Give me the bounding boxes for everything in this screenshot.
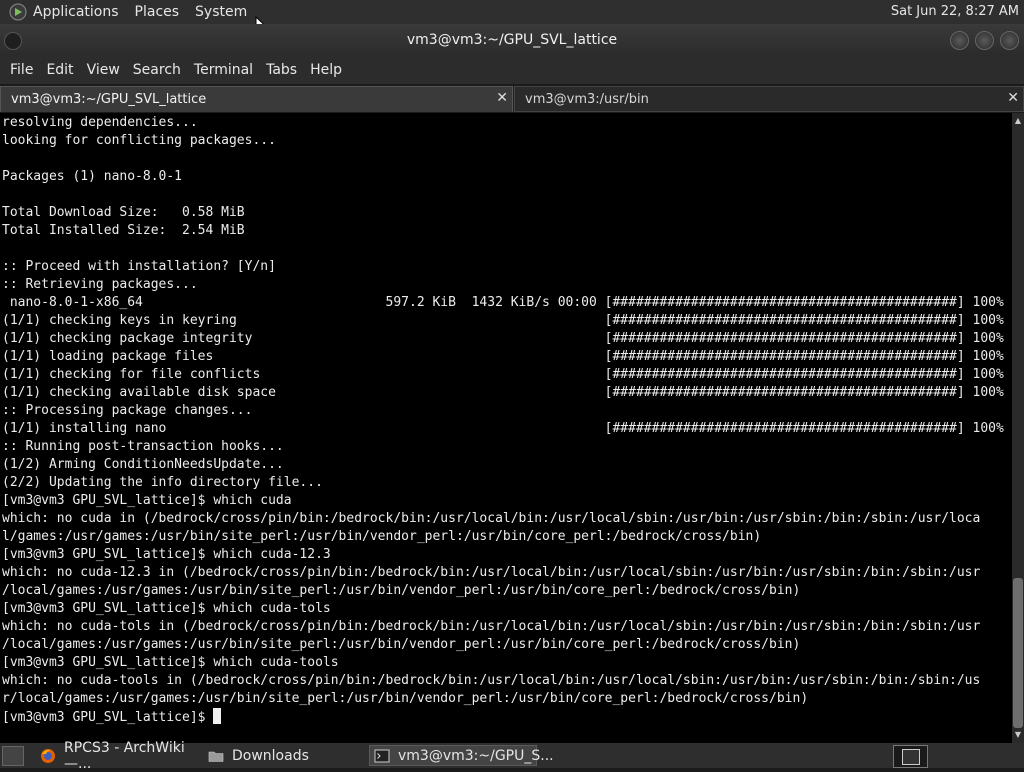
places-menu[interactable]: Places [135,4,180,20]
bottom-taskbar: RPCS3 - ArchWiki —... Downloads vm3@vm3:… [0,740,1024,772]
applications-menu-icon[interactable] [9,3,27,21]
menu-search[interactable]: Search [133,62,181,78]
menu-help[interactable]: Help [310,62,342,78]
terminal-line: l/games:/usr/games:/usr/bin/site_perl:/u… [2,529,762,544]
terminal-line: (1/1) checking keys in keyring [########… [2,313,1004,328]
firefox-icon [40,748,56,764]
taskbar-item-label: vm3@vm3:~/GPU_S... [398,747,554,764]
terminal-line: r/local/games:/usr/games:/usr/bin/site_p… [2,691,809,706]
terminal-line: which: no cuda-12.3 in (/bedrock/cross/p… [2,565,981,580]
terminal-line: (1/1) checking package integrity [######… [2,331,1004,346]
menu-view[interactable]: View [87,62,120,78]
taskbar-item-label: RPCS3 - ArchWiki —... [64,739,185,772]
terminal-line: [vm3@vm3 GPU_SVL_lattice]$ which cuda-to… [2,601,331,616]
terminal-line: (1/1) installing nano [#################… [2,421,1004,436]
terminal-line: :: Retrieving packages... [2,277,198,292]
terminal-line: [vm3@vm3 GPU_SVL_lattice]$ which cuda [2,493,292,508]
terminal-line: looking for conflicting packages... [2,133,276,148]
terminal-line: which: no cuda-tols in (/bedrock/cross/p… [2,619,981,634]
terminal-line: Total Installed Size: 2.54 MiB [2,223,245,238]
folder-icon [208,748,224,764]
terminal-line: (1/2) Arming ConditionNeedsUpdate... [2,457,284,472]
terminal-output[interactable]: resolving dependencies... looking for co… [0,113,1012,743]
applications-menu[interactable]: Applications [33,4,119,20]
shell-prompt: [vm3@vm3 GPU_SVL_lattice]$ [2,710,206,725]
taskbar-item-downloads[interactable]: Downloads [204,745,354,766]
menu-terminal[interactable]: Terminal [194,62,253,78]
menu-tabs[interactable]: Tabs [266,62,297,78]
maximize-icon[interactable] [975,31,994,50]
system-menu[interactable]: System [195,4,247,20]
prompt-line[interactable]: [vm3@vm3 GPU_SVL_lattice]$ [2,708,221,726]
close-window-icon[interactable] [1000,31,1019,50]
terminal-line: :: Proceed with installation? [Y/n] [2,259,276,274]
terminal-line: (1/1) checking available disk space [###… [2,385,1004,400]
tab-label: vm3@vm3:/usr/bin [525,91,649,107]
tab-gpu-svl-lattice[interactable]: vm3@vm3:~/GPU_SVL_lattice ✕ [0,86,513,112]
workspace-1[interactable] [902,749,920,765]
workspace-switcher[interactable] [893,745,928,768]
terminal-line: (1/1) checking for file conflicts [#####… [2,367,1004,382]
terminal-line: Packages (1) nano-8.0-1 [2,169,183,184]
top-panel: Applications Places System Sat Jun 22, 8… [0,0,1024,34]
terminal-icon [374,748,390,764]
menu-edit[interactable]: Edit [46,62,73,78]
terminal-line: [vm3@vm3 GPU_SVL_lattice]$ which cuda-12… [2,547,331,562]
taskbar-item-label: Downloads [232,747,309,764]
terminal-line: :: Processing package changes... [2,403,253,418]
terminal-line: resolving dependencies... [2,115,198,130]
terminal-line: (1/1) loading package files [###########… [2,349,1004,364]
window-title: vm3@vm3:~/GPU_SVL_lattice [406,32,618,48]
terminal-line: which: no cuda in (/bedrock/cross/pin/bi… [2,511,981,526]
window-titlebar[interactable]: vm3@vm3:~/GPU_SVL_lattice [0,24,1024,56]
terminal-line: (2/2) Updating the info directory file..… [2,475,323,490]
scroll-up-icon[interactable]: ▲ [1012,115,1024,127]
minimize-icon[interactable] [950,31,969,50]
scrollbar-thumb[interactable] [1013,578,1023,728]
menu-file[interactable]: File [10,62,33,78]
terminal-line: [vm3@vm3 GPU_SVL_lattice]$ which cuda-to… [2,655,339,670]
clock[interactable]: Sat Jun 22, 8:27 AM [891,4,1019,19]
taskbar-item-firefox[interactable]: RPCS3 - ArchWiki —... [36,740,204,772]
terminal-line: /local/games:/usr/games:/usr/bin/site_pe… [2,583,801,598]
tab-close-icon[interactable]: ✕ [496,90,508,106]
terminal-scrollbar[interactable]: ▲ ▼ [1012,113,1024,743]
terminal-menubar: File Edit View Search Terminal Tabs Help [0,56,1024,84]
terminal-line: nano-8.0-1-x86_64 597.2 KiB 1432 KiB/s 0… [2,295,1004,310]
terminal-line: /local/games:/usr/games:/usr/bin/site_pe… [2,637,801,652]
show-desktop-icon[interactable] [2,746,24,766]
tab-usr-bin[interactable]: vm3@vm3:/usr/bin ✕ [514,86,1024,112]
terminal-line: :: Running post-transaction hooks... [2,439,284,454]
terminal-line: which: no cuda-tools in (/bedrock/cross/… [2,673,981,688]
terminal-line: Total Download Size: 0.58 MiB [2,205,245,220]
taskbar-item-terminal[interactable]: vm3@vm3:~/GPU_S... [369,745,554,766]
tab-label: vm3@vm3:~/GPU_SVL_lattice [11,92,207,107]
tab-bar: vm3@vm3:~/GPU_SVL_lattice ✕ vm3@vm3:/usr… [0,86,1024,112]
tab-close-icon[interactable]: ✕ [1007,90,1019,106]
text-cursor [212,708,221,724]
scroll-down-icon[interactable]: ▼ [1012,729,1024,741]
